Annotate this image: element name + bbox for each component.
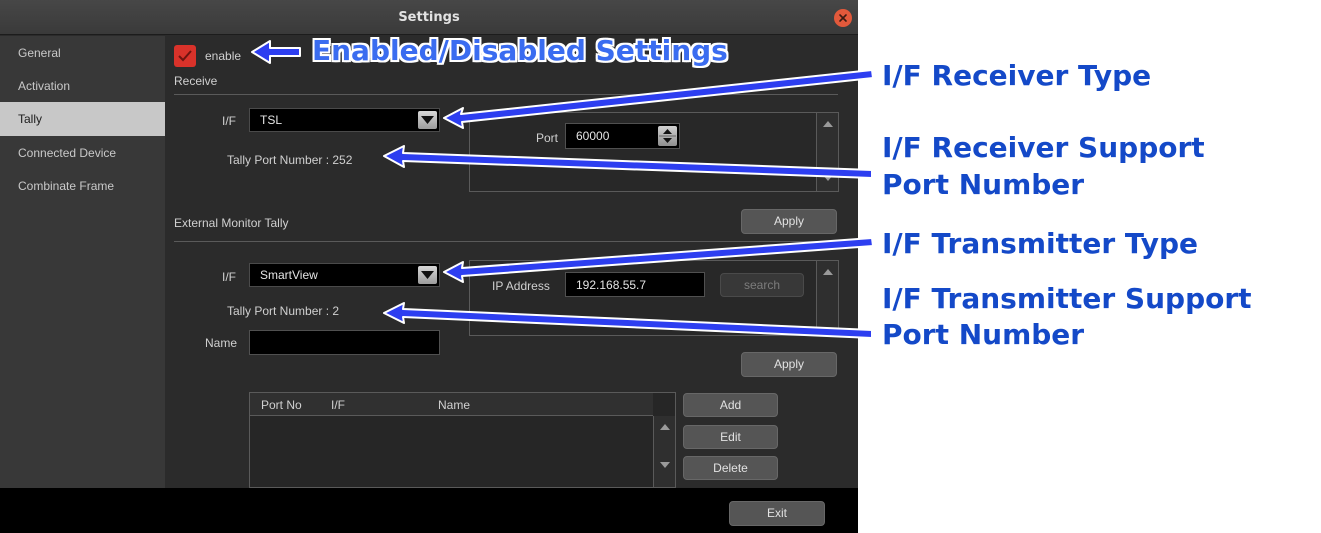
column-if[interactable]: I/F [331, 398, 345, 412]
enable-label: enable [205, 49, 242, 63]
close-button[interactable] [834, 9, 852, 27]
sidebar: General Activation Tally Connected Devic… [0, 36, 165, 488]
sidebar-item-combinate-frame[interactable]: Combinate Frame [0, 169, 165, 203]
receive-apply-button[interactable]: Apply [741, 209, 837, 234]
sidebar-item-general[interactable]: General [0, 36, 165, 70]
annotation-transmitter-type: I/F Transmitter Type [882, 227, 1198, 260]
scroll-up-icon[interactable] [660, 424, 670, 430]
footer-bar: Exit [0, 488, 858, 533]
scroll-down-icon[interactable] [660, 462, 670, 468]
table-scrollbar[interactable] [653, 416, 675, 487]
window-title: Settings [398, 10, 460, 25]
add-button[interactable]: Add [683, 393, 778, 417]
annotation-transmitter-port-line1: I/F Transmitter Support [882, 282, 1252, 315]
annotation-transmitter-port-line2: Port Number [882, 318, 1085, 351]
receive-if-select[interactable]: TSL [249, 108, 440, 132]
sidebar-item-activation[interactable]: Activation [0, 69, 165, 103]
external-panel-scrollbar[interactable] [816, 261, 838, 335]
scroll-up-icon[interactable] [823, 121, 833, 127]
enable-checkbox[interactable] [174, 45, 196, 67]
name-input[interactable] [249, 330, 440, 355]
tally-settings-panel: enable Receive I/F TSL Tally Port Number… [165, 36, 858, 488]
receive-port-panel: Port 60000 [469, 112, 839, 192]
external-if-select[interactable]: SmartView [249, 263, 440, 287]
edit-button[interactable]: Edit [683, 425, 778, 449]
delete-button[interactable]: Delete [683, 456, 778, 480]
receive-port-label: Port [536, 131, 559, 145]
settings-window: Settings General Activation Tally Connec… [0, 0, 858, 533]
scroll-up-icon[interactable] [823, 269, 833, 275]
chevron-down-icon [418, 266, 437, 284]
receive-separator [174, 94, 838, 95]
title-bar: Settings [0, 0, 858, 35]
chevron-down-icon [418, 111, 437, 129]
receive-tally-port-number: Tally Port Number : 252 [227, 153, 353, 167]
ip-address-value: 192.168.55.7 [576, 278, 647, 292]
checkmark-icon [178, 50, 192, 62]
search-button[interactable]: search [720, 273, 804, 297]
ip-address-label: IP Address [492, 279, 550, 293]
external-tally-port-number: Tally Port Number : 2 [227, 304, 340, 318]
scroll-down-icon[interactable] [823, 175, 833, 181]
ip-address-input[interactable]: 192.168.55.7 [565, 272, 705, 297]
annotation-enabled: Enabled/Disabled Settings [312, 34, 728, 67]
column-port-no[interactable]: Port No [261, 398, 302, 412]
external-if-label: I/F [222, 270, 236, 284]
receive-panel-scrollbar[interactable] [816, 113, 838, 191]
exit-button[interactable]: Exit [729, 501, 825, 526]
name-label: Name [205, 336, 238, 350]
column-name[interactable]: Name [438, 398, 470, 412]
external-section-label: External Monitor Tally [174, 216, 289, 230]
receive-port-value: 60000 [576, 129, 610, 143]
sidebar-item-connected-device[interactable]: Connected Device [0, 136, 165, 170]
annotation-receiver-port-line2: Port Number [882, 168, 1085, 201]
receive-if-label: I/F [222, 114, 236, 128]
annotation-receiver-port-line1: I/F Receiver Support [882, 131, 1205, 164]
external-if-value: SmartView [260, 268, 318, 282]
table-header: Port No I/F Name [250, 393, 653, 416]
spin-arrows-icon[interactable] [658, 126, 677, 146]
sidebar-item-tally[interactable]: Tally [0, 102, 165, 136]
external-separator [174, 241, 838, 242]
receive-section-label: Receive [174, 74, 218, 88]
port-table: Port No I/F Name [249, 392, 676, 488]
receive-if-value: TSL [260, 113, 283, 127]
close-icon [839, 14, 847, 22]
annotation-receiver-type: I/F Receiver Type [882, 59, 1152, 92]
external-apply-button[interactable]: Apply [741, 352, 837, 377]
receive-port-spinbox[interactable]: 60000 [565, 123, 680, 149]
external-ip-panel: IP Address 192.168.55.7 search [469, 260, 839, 336]
